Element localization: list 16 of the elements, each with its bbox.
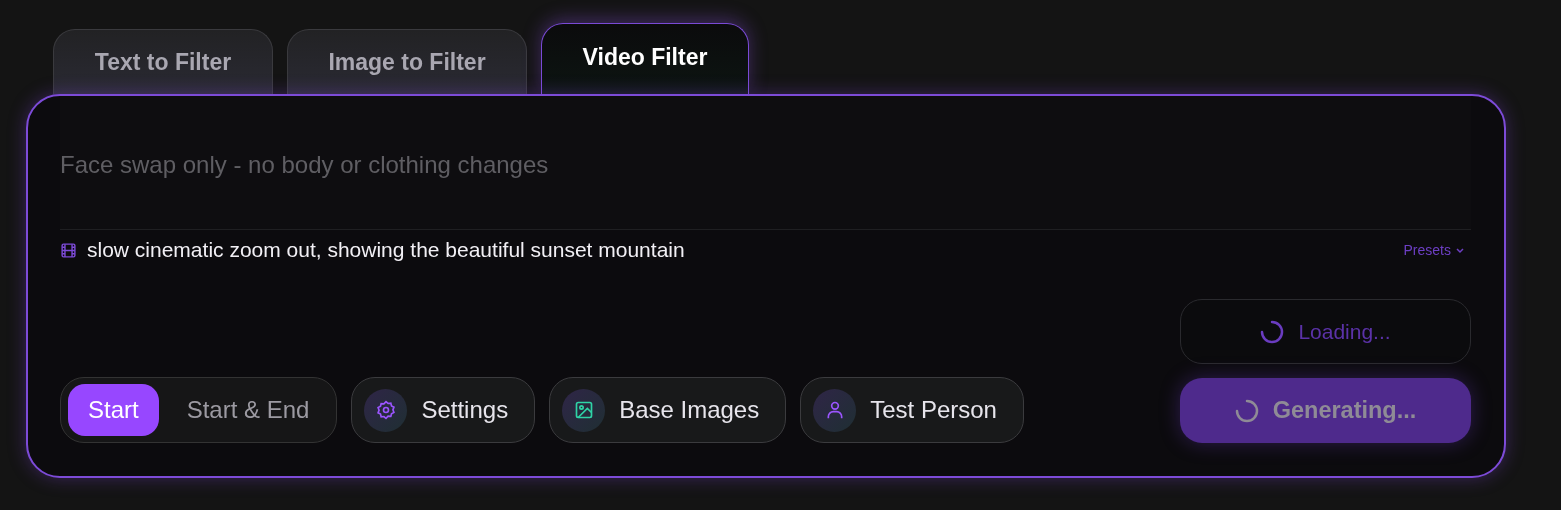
- film-icon: [60, 241, 77, 259]
- images-button[interactable]: Base Images: [549, 377, 787, 443]
- image-icon: [573, 400, 594, 420]
- tab[interactable]: Video Filter: [541, 23, 749, 94]
- motion-prompt-text: slow cinematic zoom out, showing the beautiful sunset mountain: [87, 238, 686, 262]
- prompt-box[interactable]: Face swap only - no body or clothing changes slow cinematic zoom out, showing the beautiful sunset mountain Presets Start Start & End Settings Base Images Test Person Loading... Generating...: [26, 94, 1506, 478]
- tab[interactable]: Text to Filter: [53, 29, 273, 94]
- settings-button[interactable]: Settings: [351, 377, 536, 443]
- mode-option[interactable]: Start & End: [166, 384, 330, 436]
- person-button[interactable]: Test Person: [800, 377, 1024, 443]
- gear-icon: [375, 400, 396, 420]
- spinner-icon: [1260, 319, 1285, 344]
- chevron-down-icon: [1455, 245, 1465, 255]
- mode-option[interactable]: Start: [68, 384, 159, 436]
- tab[interactable]: Image to Filter: [287, 29, 527, 94]
- spinner-icon: [1234, 398, 1259, 423]
